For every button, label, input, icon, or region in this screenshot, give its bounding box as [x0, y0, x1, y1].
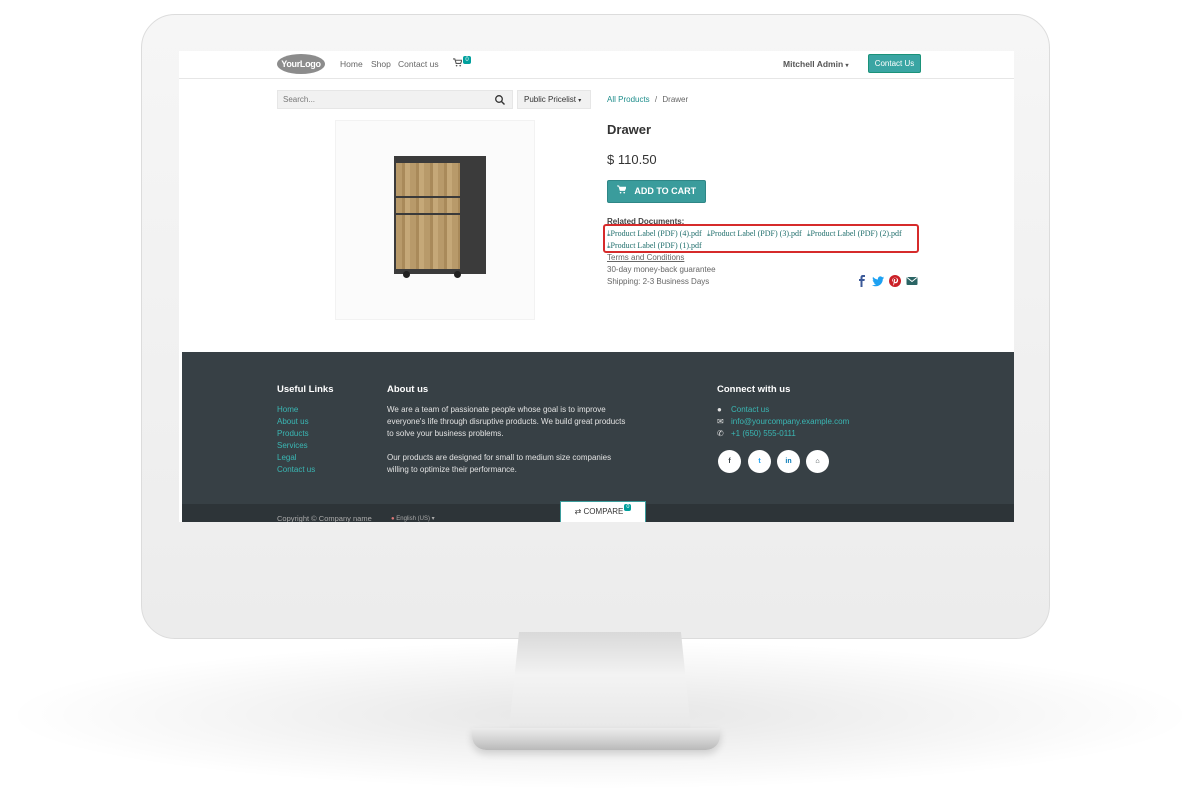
twitter-icon[interactable] [872, 275, 884, 287]
breadcrumb-separator: / [654, 95, 658, 104]
breadcrumb-all-products[interactable]: All Products [607, 95, 650, 104]
cabinet-wheel [454, 271, 461, 278]
useful-links-title: Useful Links [277, 384, 334, 395]
navbar: YourLogo Home Shop Contact us 0 Mitchell… [179, 51, 1014, 79]
add-to-cart-button[interactable]: ADD TO CART [607, 180, 706, 203]
footer-link-services[interactable]: Services [277, 441, 308, 450]
cart-icon[interactable] [453, 58, 463, 70]
language-selector[interactable]: ● English (US) ▾ [391, 515, 435, 522]
envelope-icon: ✉ [717, 417, 724, 426]
user-name: Mitchell Admin [783, 59, 844, 69]
pricelist-dropdown[interactable]: Public Pricelist ▾ [517, 90, 591, 109]
monitor-stand [508, 632, 692, 740]
cabinet-front [396, 163, 460, 269]
footer-link-about[interactable]: About us [277, 417, 309, 426]
cart-icon [616, 185, 629, 196]
contact-us-button[interactable]: Contact Us [868, 54, 921, 73]
footer-link-contact[interactable]: Contact us [277, 465, 315, 474]
home-icon[interactable]: ⌂ [806, 450, 829, 473]
user-menu[interactable]: Mitchell Admin ▾ [783, 59, 849, 69]
facebook-icon[interactable] [856, 275, 868, 287]
document-link[interactable]: ⤓Product Label (PDF) (4).pdf [607, 229, 702, 239]
footer-phone-link[interactable]: +1 (650) 555-0111 [731, 429, 796, 438]
facebook-icon[interactable]: f [718, 450, 741, 473]
phone-icon: ✆ [717, 429, 724, 438]
linkedin-icon[interactable]: in [777, 450, 800, 473]
caret-down-icon: ▾ [845, 63, 849, 69]
shipping-text: Shipping: 2-3 Business Days [607, 277, 710, 286]
pinterest-icon[interactable] [889, 275, 901, 287]
cabinet-wheel [403, 271, 410, 278]
compare-label: COMPARE [583, 507, 624, 516]
search-icon[interactable] [494, 94, 506, 106]
search-box[interactable]: Search... [277, 90, 513, 109]
pricelist-label: Public Pricelist [524, 95, 577, 104]
guarantee-text: 30-day money-back guarantee [607, 265, 716, 274]
flag-icon: ● [391, 516, 395, 522]
compare-button[interactable]: ⇄ COMPARE 0 [560, 501, 646, 522]
footer-contact-link[interactable]: Contact us [731, 405, 769, 414]
search-input[interactable]: Search... [283, 95, 315, 104]
drawer-divider [396, 196, 460, 198]
site-logo[interactable]: YourLogo [277, 54, 325, 74]
breadcrumb: All Products / Drawer [607, 95, 688, 104]
about-us-paragraph-1: We are a team of passionate people whose… [387, 405, 626, 438]
twitter-icon[interactable]: t [748, 450, 771, 473]
cart-count-badge: 0 [463, 56, 471, 64]
copyright-text: Copyright © Company name [277, 514, 372, 522]
monitor-stand-base [472, 728, 720, 750]
exchange-icon: ⇄ [574, 507, 582, 516]
website-screen: YourLogo Home Shop Contact us 0 Mitchell… [179, 51, 1014, 522]
footer-link-products[interactable]: Products [277, 429, 309, 438]
about-us-paragraph-2: Our products are designed for small to m… [387, 453, 612, 474]
connect-title: Connect with us [717, 384, 791, 395]
terms-link[interactable]: Terms and Conditions [607, 253, 684, 262]
breadcrumb-current: Drawer [662, 95, 689, 104]
comment-icon: ● [717, 405, 722, 414]
email-icon[interactable] [906, 275, 918, 287]
document-link[interactable]: ⤓Product Label (PDF) (3).pdf [707, 229, 802, 239]
nav-link-shop[interactable]: Shop [371, 59, 391, 69]
footer-link-home[interactable]: Home [277, 405, 298, 414]
product-price: $ 110.50 [607, 152, 657, 167]
compare-count-badge: 0 [624, 504, 632, 511]
document-link[interactable]: ⤓Product Label (PDF) (2).pdf [807, 229, 902, 239]
drawer-divider [396, 213, 460, 215]
add-to-cart-label: ADD TO CART [634, 186, 697, 196]
footer-email-link[interactable]: info@yourcompany.example.com [731, 417, 849, 426]
nav-link-contact[interactable]: Contact us [398, 59, 439, 69]
product-title: Drawer [607, 122, 652, 137]
caret-down-icon: ▾ [578, 98, 582, 104]
footer-link-legal[interactable]: Legal [277, 453, 297, 462]
product-image[interactable] [335, 120, 535, 320]
document-link[interactable]: ⤓Product Label (PDF) (1).pdf [607, 241, 702, 251]
about-us-title: About us [387, 384, 429, 395]
nav-link-home[interactable]: Home [340, 59, 363, 69]
